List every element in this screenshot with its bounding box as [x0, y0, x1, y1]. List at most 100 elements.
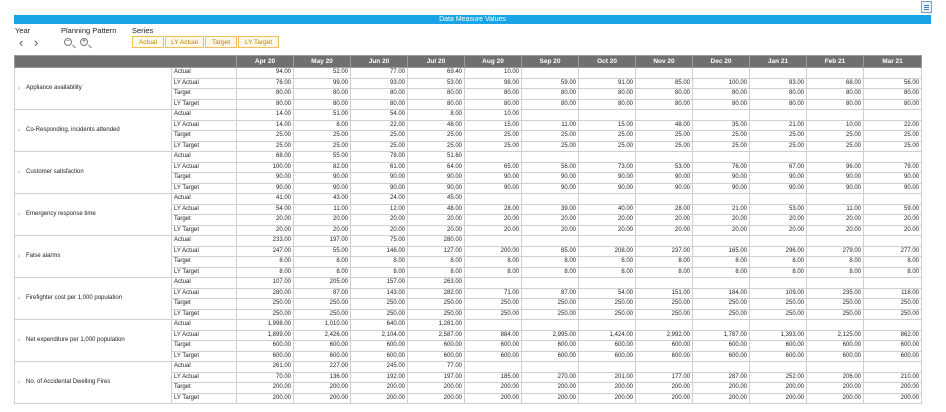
series-actual-button[interactable]: Actual	[132, 36, 164, 48]
value-cell: 90.00	[749, 182, 807, 194]
value-cell: 48.00	[635, 119, 693, 131]
series-ly-actual-button[interactable]: LY Actual	[165, 36, 204, 48]
expand-chevron-icon[interactable]: ›	[18, 127, 20, 136]
previous-year-icon[interactable]: ‹	[19, 36, 23, 49]
value-cell: 90.00	[521, 172, 579, 184]
measure-cell[interactable]: › Co-Responding, incidents attended	[14, 109, 172, 152]
value-cell: 600.00	[350, 340, 408, 352]
value-cell: 91.00	[578, 77, 636, 89]
series-name-cell: LY Actual	[171, 245, 237, 257]
value-cell: 116.00	[863, 287, 922, 299]
value-cell	[578, 319, 636, 331]
value-cell: 69.40	[407, 67, 465, 79]
series-name-cell: LY Target	[171, 350, 237, 362]
table-row: › Net expenditure per 1,000 population Act…	[14, 319, 922, 362]
value-cell: 76.00	[236, 77, 294, 89]
value-cell: 8.00	[464, 266, 522, 278]
value-cell	[578, 109, 636, 121]
measure-cell[interactable]: › Appliance availability	[14, 67, 172, 110]
value-cell: 8.00	[692, 256, 750, 268]
value-cell: 600.00	[749, 340, 807, 352]
value-cell: 24.00	[350, 193, 408, 205]
value-cell: 8.00	[407, 266, 465, 278]
value-cell: 68.00	[806, 77, 864, 89]
series-name-cell: LY Target	[171, 140, 237, 152]
zoom-in-icon[interactable]: +	[80, 38, 88, 46]
value-cell: 862.00	[863, 329, 922, 341]
measure-cell[interactable]: › No. of Accidental Dwelling Fires	[14, 361, 172, 404]
value-cell: 25.00	[635, 130, 693, 142]
value-cell: 1,281.00	[407, 319, 465, 331]
value-cell: 25.00	[863, 140, 922, 152]
series-name-cell: LY Actual	[171, 371, 237, 383]
value-cell: 192.00	[350, 371, 408, 383]
value-cell: 25.00	[350, 140, 408, 152]
value-cell: 2,992.00	[635, 329, 693, 341]
value-cell	[635, 235, 693, 247]
value-cell: 250.00	[749, 308, 807, 320]
value-cell: 600.00	[464, 340, 522, 352]
value-cell: 90.00	[578, 182, 636, 194]
expand-chevron-icon[interactable]: ›	[18, 253, 20, 262]
value-cell: 80.00	[635, 88, 693, 100]
value-cell: 177.00	[635, 371, 693, 383]
value-cell: 200.00	[692, 382, 750, 394]
expand-chevron-icon[interactable]: ›	[18, 337, 20, 346]
table-row: › Emergency response time Actual 41.00 43.00…	[14, 193, 922, 236]
value-cell	[863, 235, 922, 247]
value-cell: 20.00	[635, 214, 693, 226]
value-cell: 94.00	[236, 67, 294, 79]
series-name-cell: LY Actual	[171, 119, 237, 131]
value-cell: 90.00	[806, 172, 864, 184]
value-cell: 90.00	[464, 172, 522, 184]
expand-chevron-icon[interactable]: ›	[18, 379, 20, 388]
value-cell: 80.00	[635, 98, 693, 110]
value-cell: 200.00	[464, 245, 522, 257]
measure-cell[interactable]: › Customer satisfaction	[14, 151, 172, 194]
value-cell: 90.00	[407, 172, 465, 184]
value-cell: 80.00	[692, 98, 750, 110]
series-name-cell: LY Target	[171, 182, 237, 194]
value-cell: 250.00	[464, 298, 522, 310]
series-name-cell: Actual	[171, 193, 237, 205]
value-cell: 25.00	[863, 130, 922, 142]
measure-cell[interactable]: › False alarms	[14, 235, 172, 278]
series-target-button[interactable]: Target	[205, 36, 237, 48]
value-cell: 80.00	[236, 98, 294, 110]
value-cell	[578, 235, 636, 247]
value-cell: 56.00	[863, 77, 922, 89]
export-icon[interactable]	[921, 1, 932, 13]
expand-chevron-icon[interactable]: ›	[18, 169, 20, 178]
value-cell: 250.00	[350, 308, 408, 320]
measure-cell[interactable]: › Net expenditure per 1,000 population	[14, 319, 172, 362]
table-row: › Appliance availability Actual 94.00 52.00 7…	[14, 67, 922, 110]
value-cell	[863, 319, 922, 331]
value-cell: 80.00	[749, 88, 807, 100]
value-cell: 200.00	[464, 382, 522, 394]
series-ly-target-button[interactable]: LY Target	[238, 36, 279, 48]
next-year-icon[interactable]: ›	[34, 36, 38, 49]
value-cell: 53.00	[635, 161, 693, 173]
value-cell: 252.00	[749, 371, 807, 383]
value-cell: 59.00	[863, 203, 922, 215]
value-cell	[806, 193, 864, 205]
series-name-cell: Actual	[171, 235, 237, 247]
value-cell: 64.00	[407, 161, 465, 173]
expand-chevron-icon[interactable]: ›	[18, 85, 20, 94]
series-name-cell: Actual	[171, 319, 237, 331]
expand-chevron-icon[interactable]: ›	[18, 295, 20, 304]
value-cell: 205.00	[293, 277, 351, 289]
series-name-cell: LY Actual	[171, 329, 237, 341]
series-name-cell: Target	[171, 382, 237, 394]
value-cell: 2,587.00	[407, 329, 465, 341]
measure-cell[interactable]: › Emergency response time	[14, 193, 172, 236]
zoom-out-icon[interactable]: −	[64, 38, 72, 46]
expand-chevron-icon[interactable]: ›	[18, 211, 20, 220]
value-cell: 1,010.00	[293, 319, 351, 331]
series-name-cell: LY Target	[171, 392, 237, 404]
measure-cell[interactable]: › Firefighter cost per 1,000 population	[14, 277, 172, 320]
series-name-cell: Target	[171, 256, 237, 268]
value-cell: 55.00	[293, 151, 351, 163]
value-cell: 20.00	[464, 224, 522, 236]
value-cell: 100.00	[692, 77, 750, 89]
